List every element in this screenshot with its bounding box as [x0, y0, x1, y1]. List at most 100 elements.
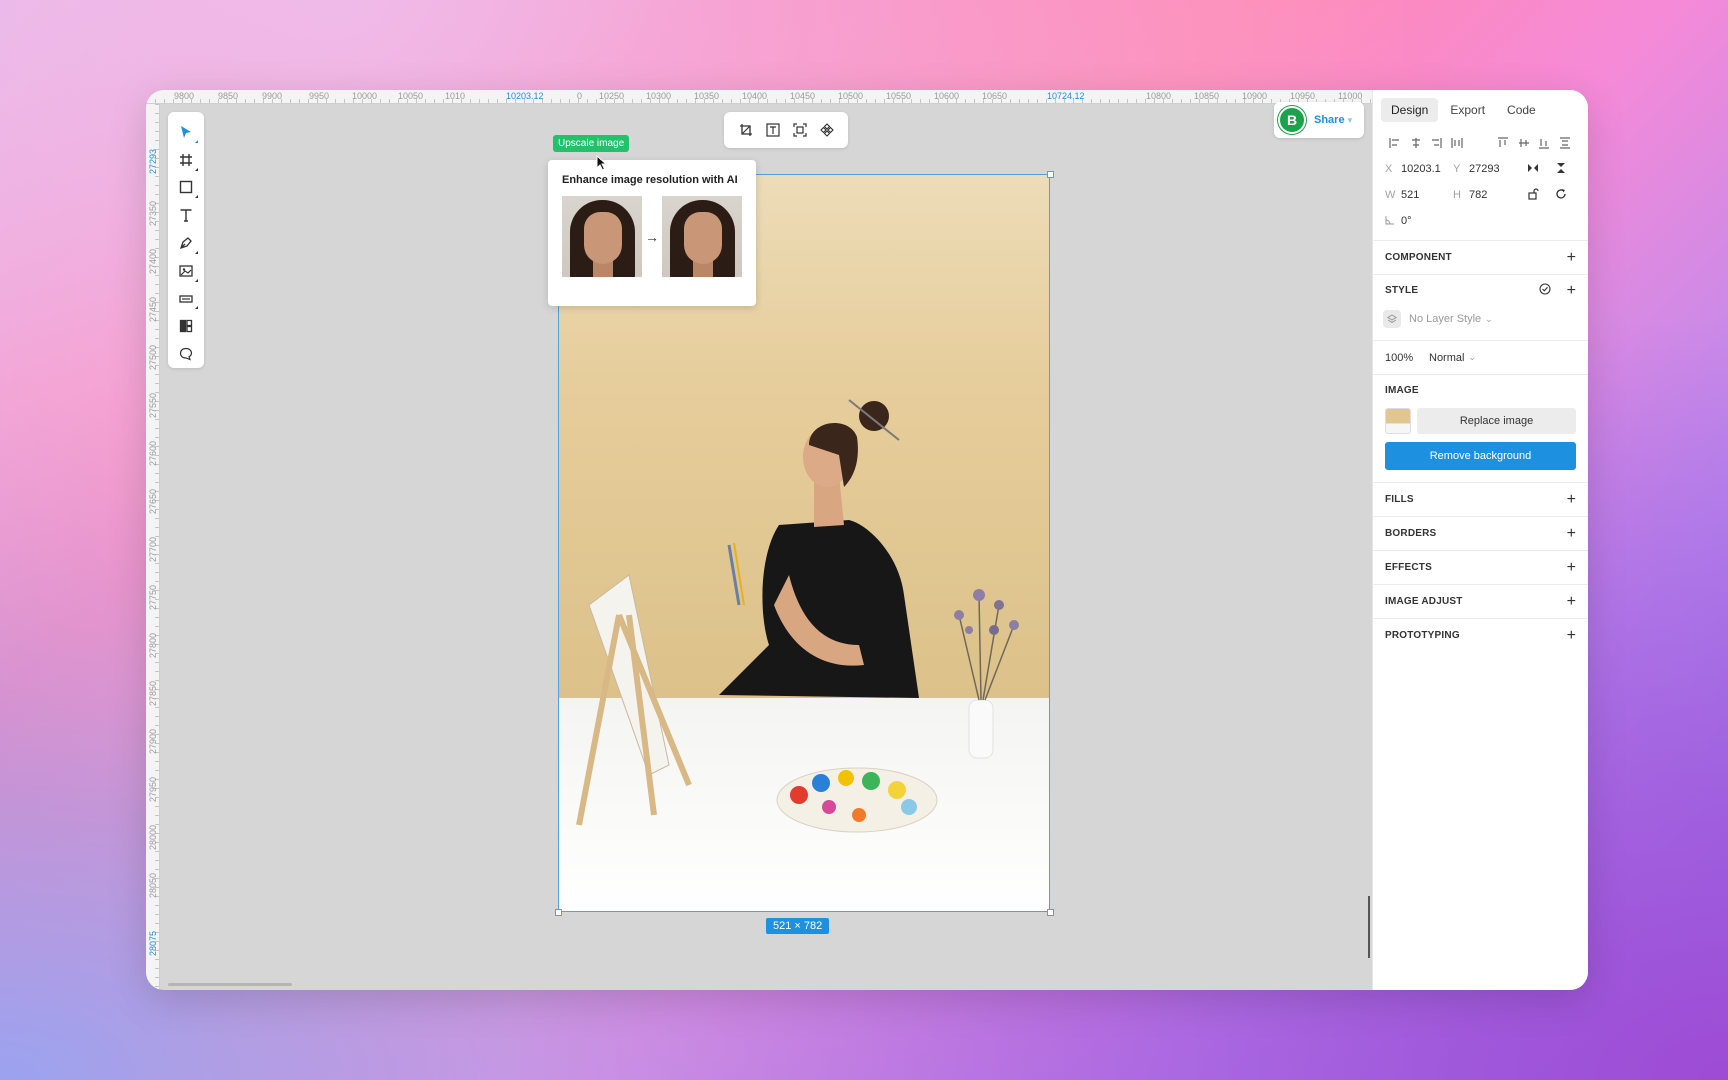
- ruler-label: 27550: [148, 392, 158, 418]
- rotation-row: 0°: [1373, 208, 1588, 234]
- add-component-icon[interactable]: +: [1567, 249, 1576, 266]
- style-title: STYLE: [1385, 285, 1419, 296]
- y-label: Y: [1453, 163, 1461, 175]
- mouse-cursor-icon: [596, 154, 608, 176]
- resize-handle-top-right[interactable]: [1047, 171, 1054, 178]
- ruler-label: 1010: [445, 91, 466, 101]
- resize-handle-bottom-right[interactable]: [1047, 909, 1054, 916]
- lock-ratio-icon[interactable]: [1527, 187, 1539, 203]
- align-center-v-icon[interactable]: [1514, 136, 1534, 150]
- layer-style-dropdown[interactable]: No Layer Style ⌄: [1373, 306, 1588, 332]
- align-center-h-icon[interactable]: [1406, 136, 1426, 150]
- align-right-icon[interactable]: [1426, 136, 1446, 150]
- crop-icon[interactable]: [735, 119, 757, 141]
- text-tool-icon[interactable]: [172, 201, 200, 229]
- alignment-row: [1373, 124, 1588, 154]
- image-title: IMAGE: [1385, 385, 1419, 396]
- replace-image-button[interactable]: Replace image: [1417, 408, 1576, 434]
- after-image: [661, 196, 742, 277]
- ruler-label: 27650: [148, 488, 158, 514]
- ruler-label-selection-end: 28075: [148, 930, 158, 956]
- add-prototyping-icon[interactable]: +: [1567, 627, 1576, 644]
- layout-tool-icon[interactable]: [172, 312, 200, 340]
- ruler-label: 10900: [1242, 91, 1268, 101]
- comment-tool-icon[interactable]: [172, 340, 200, 368]
- tab-design[interactable]: Design: [1381, 98, 1439, 122]
- ruler-label: 9800: [174, 91, 195, 101]
- upscale-image-button[interactable]: Upscale image: [553, 135, 630, 152]
- distribute-v-icon[interactable]: [1555, 136, 1575, 150]
- share-label: Share: [1314, 114, 1345, 126]
- ruler-label: 10950: [1290, 91, 1316, 101]
- add-style-icon[interactable]: +: [1567, 282, 1576, 299]
- rotation-field[interactable]: 0°: [1401, 215, 1451, 227]
- add-effect-icon[interactable]: +: [1567, 559, 1576, 576]
- align-left-icon[interactable]: [1385, 136, 1405, 150]
- layer-style-value: No Layer Style: [1409, 313, 1482, 325]
- vertical-ruler: 27293 27350 27400 27450 27500 27550 2760…: [146, 104, 160, 990]
- add-border-icon[interactable]: +: [1567, 525, 1576, 542]
- share-button[interactable]: B Share ▾: [1274, 102, 1364, 138]
- popover-title: Enhance image resolution with AI: [562, 174, 738, 186]
- prototyping-section: PROTOTYPING +: [1373, 618, 1588, 652]
- h-field[interactable]: 782: [1469, 189, 1519, 201]
- rectangle-tool-icon[interactable]: [172, 174, 200, 202]
- ruler-label: 10350: [694, 91, 720, 101]
- image-thumbnail[interactable]: [1385, 408, 1411, 434]
- frame-tool-icon[interactable]: [172, 146, 200, 174]
- distribute-h-icon[interactable]: [1447, 136, 1467, 150]
- flip-vertical-icon[interactable]: [1555, 162, 1567, 177]
- y-field[interactable]: 27293: [1469, 163, 1519, 175]
- upscale-icon[interactable]: [789, 119, 811, 141]
- ruler-label: 9850: [218, 91, 239, 101]
- ruler-label: 28000: [148, 824, 158, 850]
- component-tool-icon[interactable]: [172, 285, 200, 313]
- remove-background-button[interactable]: Remove background: [1385, 442, 1576, 470]
- opacity-field[interactable]: 100%: [1385, 352, 1429, 364]
- x-label: X: [1385, 163, 1393, 175]
- add-image-adjust-icon[interactable]: +: [1567, 593, 1576, 610]
- avatar: B: [1278, 106, 1306, 134]
- ruler-label-selection-end: 10724.12: [1047, 91, 1085, 101]
- tab-export[interactable]: Export: [1440, 98, 1495, 122]
- align-top-icon[interactable]: [1493, 136, 1513, 150]
- fills-title: FILLS: [1385, 494, 1414, 505]
- position-row: X 10203.1 Y 27293: [1373, 156, 1588, 182]
- ruler-label: 10400: [742, 91, 768, 101]
- blend-mode-value: Normal: [1429, 351, 1465, 364]
- ruler-label: 10000: [352, 91, 378, 101]
- component-section: COMPONENT +: [1373, 240, 1588, 274]
- ruler-label: 27950: [148, 776, 158, 802]
- x-field[interactable]: 10203.1: [1401, 163, 1451, 175]
- ruler-label: 10800: [1146, 91, 1172, 101]
- dimension-badge: 521 × 782: [766, 918, 830, 934]
- layer-style-icon: [1383, 310, 1401, 328]
- ruler-label: 27600: [148, 440, 158, 466]
- arrow-right-icon: →: [645, 228, 659, 245]
- blend-mode-dropdown[interactable]: Normal ⌄: [1429, 352, 1476, 364]
- resize-handle-bottom-left[interactable]: [555, 909, 562, 916]
- image-section: IMAGE: [1373, 374, 1588, 406]
- vertical-scrollbar[interactable]: [1368, 896, 1370, 958]
- ruler-label: 27350: [148, 200, 158, 226]
- flip-horizontal-icon[interactable]: [1527, 162, 1539, 177]
- move-tool-icon[interactable]: [172, 118, 200, 146]
- text-frame-icon[interactable]: [762, 119, 784, 141]
- ruler-label: 27400: [148, 248, 158, 274]
- horizontal-scrollbar[interactable]: [168, 983, 292, 986]
- align-bottom-icon[interactable]: [1535, 136, 1555, 150]
- image-row: Replace image: [1373, 406, 1588, 436]
- horizontal-ruler: 9800 9850 9900 9950 10000 10050 1010 102…: [146, 90, 1372, 104]
- effects-section: EFFECTS +: [1373, 550, 1588, 584]
- reset-size-icon[interactable]: [1555, 188, 1567, 203]
- check-circle-icon[interactable]: [1539, 283, 1551, 298]
- pen-tool-icon[interactable]: [172, 229, 200, 257]
- ruler-label: 10500: [838, 91, 864, 101]
- ruler-label: 27450: [148, 296, 158, 322]
- add-fill-icon[interactable]: +: [1567, 491, 1576, 508]
- tab-code[interactable]: Code: [1497, 98, 1546, 122]
- w-field[interactable]: 521: [1401, 189, 1451, 201]
- component-icon[interactable]: [816, 119, 838, 141]
- size-row: W 521 H 782: [1373, 182, 1588, 208]
- image-tool-icon[interactable]: [172, 257, 200, 285]
